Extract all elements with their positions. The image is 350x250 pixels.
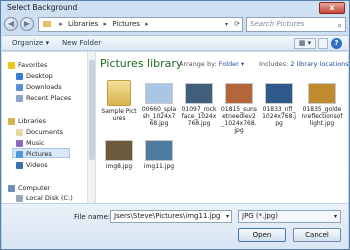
filename-value: Jsers\Steve\Pictures\img11.jpg xyxy=(114,212,221,220)
command-toolbar: Organize ▾ New Folder ▦ ▾ ? xyxy=(2,35,348,51)
sidebar-item-desktop[interactable]: Desktop xyxy=(16,71,53,81)
file-item[interactable]: 01835_goldenreflectionsoflight.jpg xyxy=(301,83,343,127)
image-thumbnail xyxy=(145,83,173,104)
sidebar-scrollbar[interactable] xyxy=(87,52,95,203)
library-title: Pictures library xyxy=(100,57,183,70)
disk-icon xyxy=(16,194,23,202)
breadcrumb-separator: ▸ xyxy=(59,20,63,28)
sidebar-item-videos[interactable]: Videos xyxy=(16,160,48,170)
file-item-sample-pictures[interactable]: Sample Pictures xyxy=(101,80,137,122)
star-icon xyxy=(8,61,15,69)
music-icon xyxy=(16,139,23,147)
file-label: 01835_goldenreflectionsoflight.jpg xyxy=(301,106,343,127)
chevron-down-icon[interactable]: ▾ xyxy=(334,211,337,222)
sidebar-computer[interactable]: Computer xyxy=(8,183,50,193)
image-thumbnail xyxy=(225,83,253,104)
arrange-by-dropdown[interactable]: Folder ▾ xyxy=(219,60,244,68)
file-label: img11.jpg xyxy=(143,163,175,170)
organize-button[interactable]: Organize ▾ xyxy=(12,39,49,47)
sidebar-item-pictures[interactable]: Pictures xyxy=(12,148,70,158)
help-icon[interactable]: ? xyxy=(331,38,342,49)
sidebar-item-music[interactable]: Music xyxy=(16,138,45,148)
file-type-select[interactable]: JPG (*.jpg) ▾ xyxy=(238,210,341,223)
filename-input[interactable]: Jsers\Steve\Pictures\img11.jpg ▾ xyxy=(110,210,232,223)
breadcrumb-libraries[interactable]: Libraries xyxy=(68,20,98,28)
scrollbar-thumb[interactable] xyxy=(89,60,95,160)
file-label: Sample Pictures xyxy=(101,108,137,122)
image-thumbnail xyxy=(145,140,173,161)
file-item[interactable]: 01815_sunsetneedlev2_1024x768.jpg xyxy=(221,83,257,134)
content-area: Favorites Desktop Downloads Recent Place… xyxy=(2,52,349,203)
file-label: 01097_rockface_1024x768.jpg xyxy=(181,106,217,127)
library-icon xyxy=(8,117,15,125)
search-placeholder: Search Pictures xyxy=(250,20,305,28)
folder-icon xyxy=(107,80,131,106)
file-item[interactable]: img11.jpg xyxy=(141,140,177,170)
file-label: 01833_nfl_1024x768.jpg xyxy=(262,106,296,127)
sidebar-item-downloads[interactable]: Downloads xyxy=(16,82,62,92)
image-thumbnail xyxy=(265,83,293,104)
library-locations-link[interactable]: 2 library locations xyxy=(290,60,348,68)
file-label: img8.jpg xyxy=(105,163,133,170)
file-label: 00660_splash_1024x768.jpg xyxy=(141,106,177,127)
includes: Includes: 2 library locations xyxy=(259,60,349,68)
open-button[interactable]: Open xyxy=(238,228,286,242)
documents-icon xyxy=(16,128,23,136)
search-icon[interactable]: ⌕ xyxy=(338,19,342,32)
chevron-down-icon[interactable]: ▾ xyxy=(226,211,229,222)
breadcrumb-separator: ▸ xyxy=(145,20,149,28)
title-bar: Select Background x xyxy=(1,1,349,16)
change-view-button[interactable]: ▦ ▾ xyxy=(294,38,316,49)
refresh-icon[interactable]: ⟳ xyxy=(234,18,240,31)
computer-icon xyxy=(8,184,15,192)
videos-icon xyxy=(16,161,23,169)
recent-places-icon xyxy=(16,94,23,102)
navigation-pane: Favorites Desktop Downloads Recent Place… xyxy=(2,52,96,203)
file-item[interactable]: 01097_rockface_1024x768.jpg xyxy=(181,83,217,127)
pictures-icon xyxy=(16,150,23,158)
downloads-icon xyxy=(16,83,23,91)
file-item[interactable]: 01833_nfl_1024x768.jpg xyxy=(261,83,297,127)
new-folder-button[interactable]: New Folder xyxy=(62,39,101,47)
sidebar-item-recent-places[interactable]: Recent Places xyxy=(16,93,71,103)
navigation-row: ◀ ▶ ▸ Libraries ▸ Pictures ▸ ▾ ⟳ Search … xyxy=(4,17,346,33)
arrange-by: Arrange by: Folder ▾ xyxy=(179,60,244,68)
arrange-label: Arrange by: xyxy=(179,60,217,68)
file-item[interactable]: img8.jpg xyxy=(101,140,137,170)
search-input[interactable]: Search Pictures ⌕ xyxy=(246,17,346,32)
file-item[interactable]: 00660_splash_1024x768.jpg xyxy=(141,83,177,127)
close-button[interactable]: x xyxy=(319,2,345,14)
dialog-title: Select Background xyxy=(7,3,78,12)
address-bar[interactable]: ▸ Libraries ▸ Pictures ▸ ▾ ⟳ xyxy=(38,17,243,32)
includes-label: Includes: xyxy=(259,60,289,68)
folder-icon xyxy=(43,21,51,27)
desktop-icon xyxy=(16,72,23,80)
footer-panel: File name: Jsers\Steve\Pictures\img11.jp… xyxy=(2,204,348,249)
file-type-value: JPG (*.jpg) xyxy=(242,212,278,220)
image-thumbnail xyxy=(185,83,213,104)
file-list-pane: Pictures library Arrange by: Folder ▾ In… xyxy=(97,52,349,203)
filename-label: File name: xyxy=(74,213,111,221)
back-button[interactable]: ◀ xyxy=(4,17,18,31)
image-thumbnail xyxy=(105,140,133,161)
breadcrumb-pictures[interactable]: Pictures xyxy=(112,20,140,28)
breadcrumb-separator: ▸ xyxy=(103,20,107,28)
image-thumbnail xyxy=(308,83,336,104)
file-label: 01815_sunsetneedlev2_1024x768.jpg xyxy=(221,106,257,134)
sidebar-item-documents[interactable]: Documents xyxy=(16,127,63,137)
sidebar-libraries[interactable]: Libraries xyxy=(8,116,46,126)
cancel-button[interactable]: Cancel xyxy=(293,228,341,242)
forward-button[interactable]: ▶ xyxy=(20,17,34,31)
address-dropdown-icon[interactable]: ▾ xyxy=(225,18,228,31)
sidebar-favorites[interactable]: Favorites xyxy=(8,60,47,70)
dialog-window: Select Background x ◀ ▶ ▸ Libraries ▸ Pi… xyxy=(0,0,350,250)
sidebar-item-local-disk[interactable]: Local Disk (C:) xyxy=(16,193,73,203)
preview-pane-button[interactable] xyxy=(318,38,328,49)
